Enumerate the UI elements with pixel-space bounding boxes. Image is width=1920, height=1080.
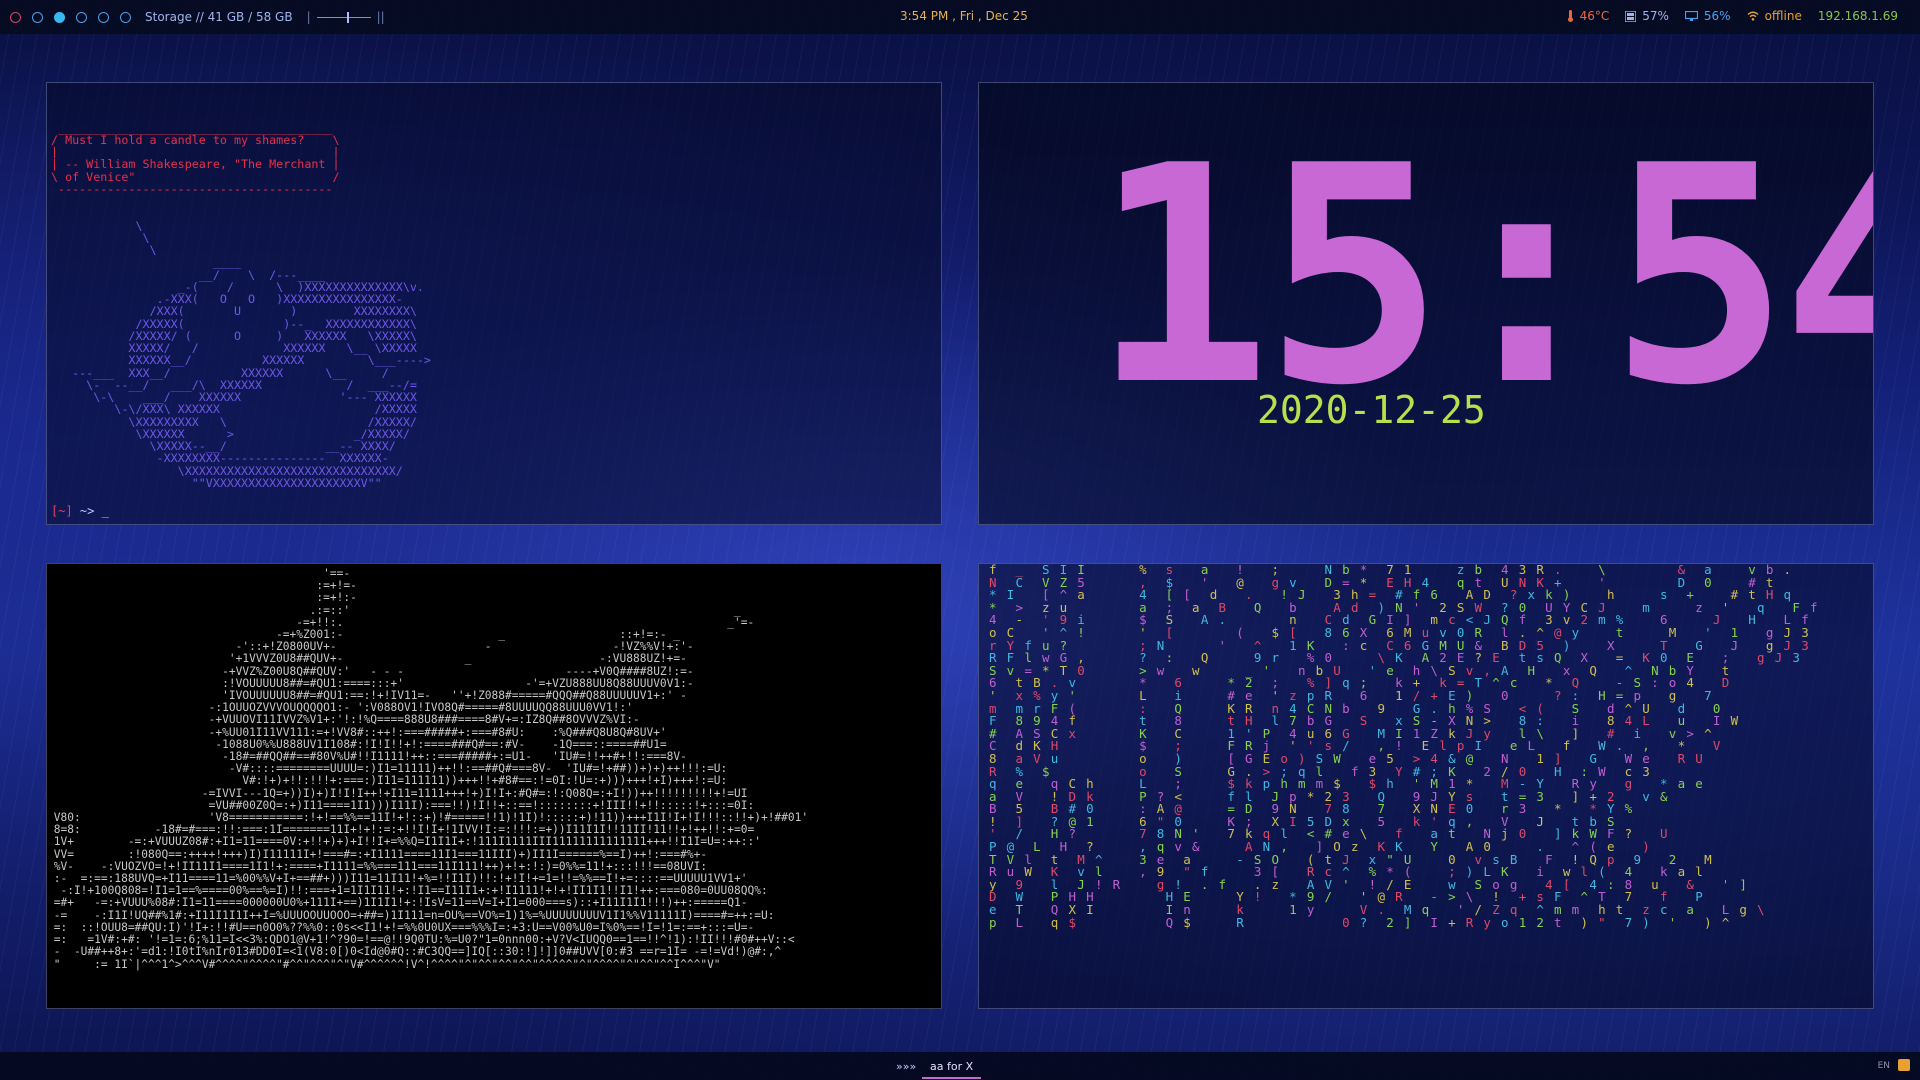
active-window-title[interactable]: aa for X <box>922 1053 982 1079</box>
workspace-switcher <box>10 11 131 23</box>
wifi-icon <box>1747 11 1759 21</box>
taskbar-arrows[interactable]: »»» <box>896 1060 916 1073</box>
system-stats: 46°C 57% 56% offline 192.168.1.69 <box>1567 9 1898 23</box>
monitor-icon <box>1684 10 1698 21</box>
keyboard-layout[interactable]: EN <box>1878 1061 1890 1071</box>
temperature-value: 46°C <box>1579 9 1610 23</box>
volume-knob[interactable] <box>346 11 349 23</box>
volume-slider[interactable]: | || <box>307 10 385 24</box>
workspace-indicator-6[interactable] <box>120 11 131 23</box>
tray-icon[interactable] <box>1898 1059 1910 1071</box>
memory-stat: 57% <box>1625 9 1669 23</box>
fortune-cowsay: _______________________________________ … <box>51 97 431 514</box>
workspace-indicator-5[interactable] <box>98 11 109 23</box>
network-value: offline <box>1764 9 1802 23</box>
matrix-rain: f _ S I I % s a ! ; N b * 7 1 z b 4 3 R … <box>989 564 1819 929</box>
ascii-image-window[interactable]: '==- :=+!=- :=+!:- .:=::' _ -=+!!:. _'=-… <box>46 563 942 1009</box>
ip-address: 192.168.1.69 <box>1817 9 1898 23</box>
volume-left-marker: | <box>306 10 311 24</box>
workspace-indicator-1[interactable] <box>10 11 21 23</box>
network-stat[interactable]: offline <box>1747 9 1802 23</box>
workspace-indicator-3[interactable] <box>54 11 65 23</box>
bottom-bar: »»» aa for X EN <box>0 1052 1920 1080</box>
clock-window[interactable]: 15:54 2020-12-25 <box>978 82 1874 525</box>
prompt-cursor: ~> _ <box>79 504 109 518</box>
workspace-indicator-2[interactable] <box>32 11 43 23</box>
matrix-row: p L q $ Q $ R 0 ? 2 ] I + R y o 1 2 t ) … <box>989 914 1731 930</box>
ascii-cow-art: \ \ \ ____ __/ \ /---____ _-( / \ )XXXXX… <box>72 218 431 490</box>
display-stat: 56% <box>1684 9 1731 23</box>
terminal-window[interactable]: _______________________________________ … <box>46 82 942 525</box>
workspace-indicator-4[interactable] <box>76 11 87 23</box>
ascii-image-art: '==- :=+!=- :=+!:- .:=::' _ -=+!!:. _'=-… <box>53 567 809 971</box>
storage-indicator: Storage // 41 GB / 58 GB <box>145 10 293 24</box>
memory-value: 57% <box>1642 9 1669 23</box>
volume-right-marker: || <box>376 10 385 24</box>
speech-bubble: _______________________________________ … <box>51 120 340 196</box>
memory-icon <box>1625 10 1637 22</box>
big-date-display: 2020-12-25 <box>1257 388 1486 432</box>
top-bar: Storage // 41 GB / 58 GB | || 3:54 PM , … <box>0 0 1920 34</box>
prompt-path: [~] <box>51 504 80 518</box>
topbar-clock[interactable]: 3:54 PM , Fri , Dec 25 <box>900 9 1028 23</box>
matrix-rain-window[interactable]: f _ S I I % s a ! ; N b * 7 1 z b 4 3 R … <box>978 563 1874 1009</box>
shell-prompt[interactable]: [~] ~> _ <box>51 504 109 518</box>
thermometer-icon <box>1567 10 1573 22</box>
battery-value: 56% <box>1703 9 1731 23</box>
big-time-display: 15:54 <box>1091 102 1874 451</box>
volume-track[interactable] <box>316 11 371 23</box>
temperature-stat: 46°C <box>1567 9 1610 23</box>
